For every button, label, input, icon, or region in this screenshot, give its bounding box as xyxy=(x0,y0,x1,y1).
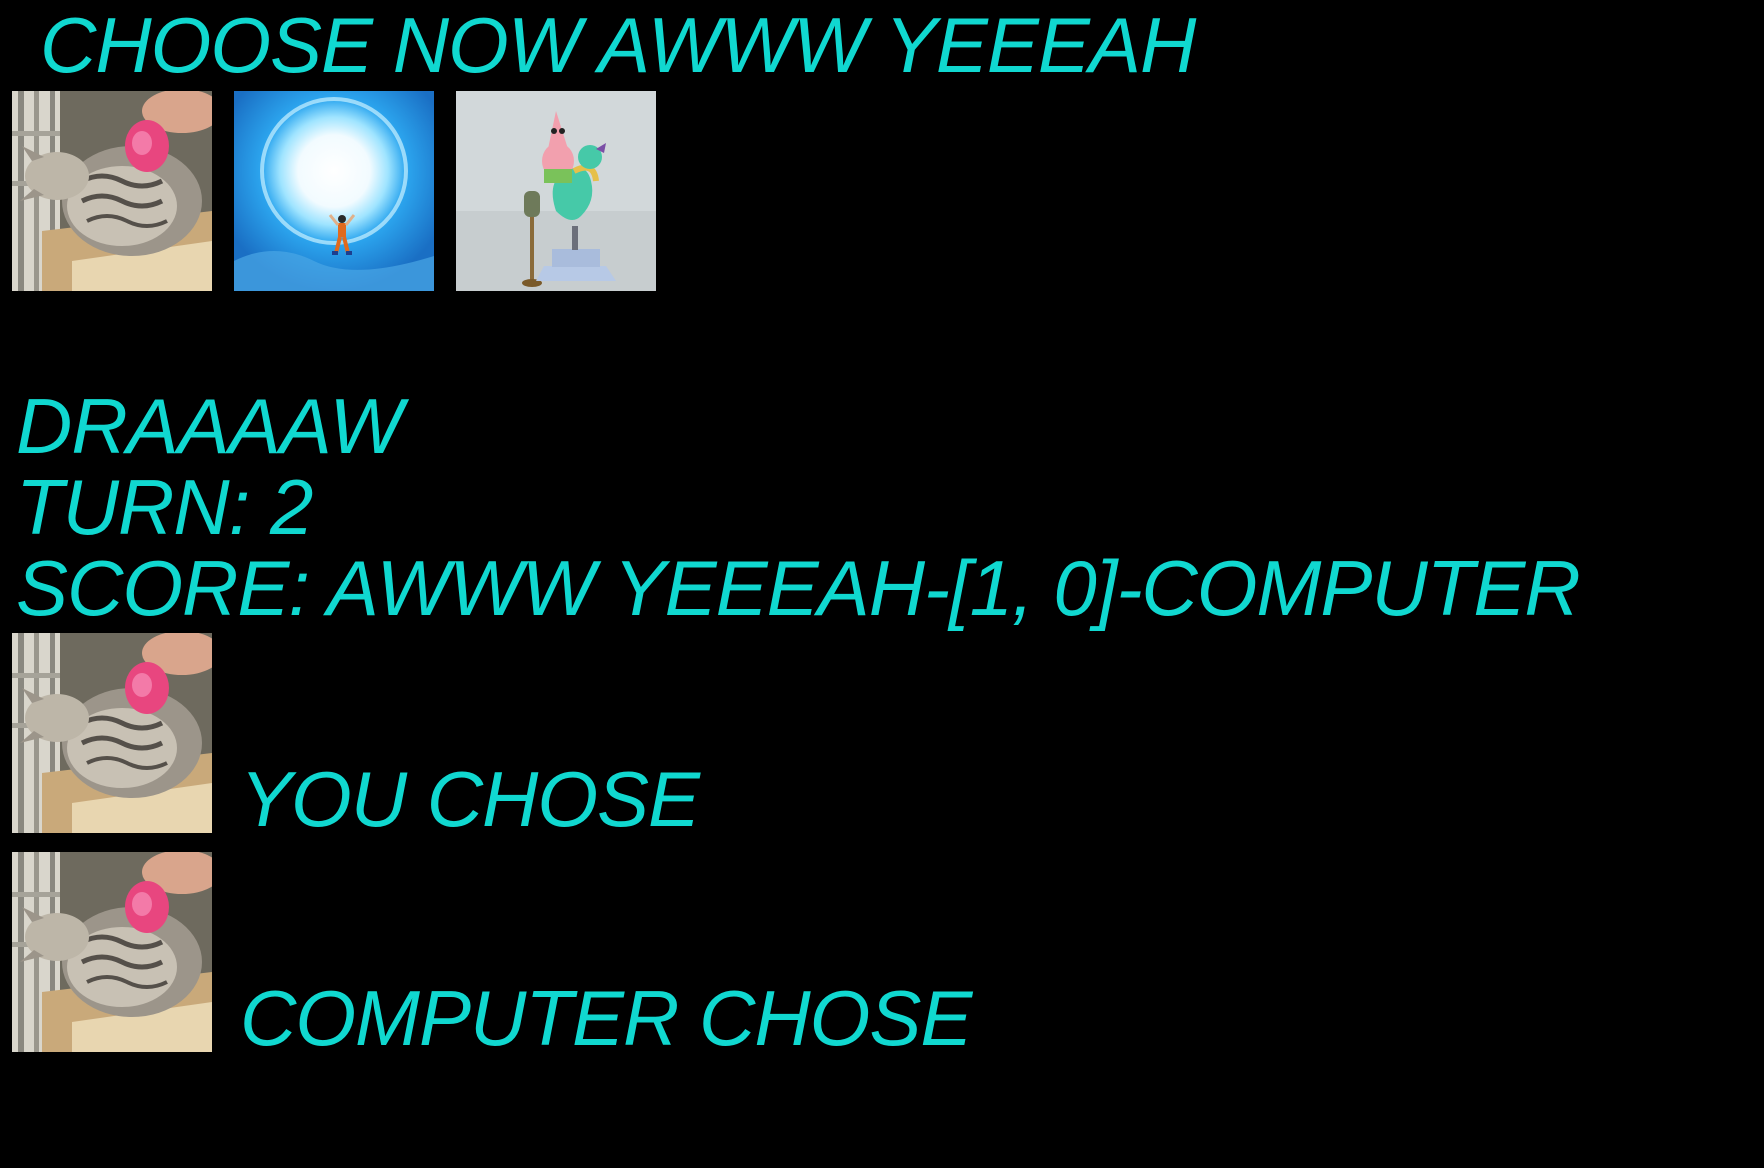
page-title: CHOOSE NOW AWWW YEEEAH xyxy=(40,1,1196,89)
energy-blast-icon xyxy=(234,91,434,291)
choice-energy-blast-button[interactable] xyxy=(234,91,434,291)
score-display: SCORE: AWWW YEEEAH-[1, 0]-COMPUTER xyxy=(16,544,1581,632)
player-choice-row: YOU CHOSE xyxy=(12,633,700,839)
patrick-seahorse-icon xyxy=(456,91,656,291)
cat-being-petted-icon xyxy=(12,91,212,291)
computer-choice-label: COMPUTER CHOSE xyxy=(240,974,972,1062)
computer-choice-image xyxy=(12,852,212,1052)
choice-cat-button[interactable] xyxy=(12,91,212,291)
choice-patrick-seahorse-button[interactable] xyxy=(456,91,656,291)
cat-being-petted-icon xyxy=(12,633,212,833)
choice-options xyxy=(12,91,656,291)
round-result: DRAAAAW xyxy=(16,382,403,470)
turn-counter: TURN: 2 xyxy=(16,463,313,551)
player-choice-image xyxy=(12,633,212,833)
player-choice-label: YOU CHOSE xyxy=(240,755,700,843)
computer-choice-row: COMPUTER CHOSE xyxy=(12,852,972,1058)
cat-being-petted-icon xyxy=(12,852,212,1052)
